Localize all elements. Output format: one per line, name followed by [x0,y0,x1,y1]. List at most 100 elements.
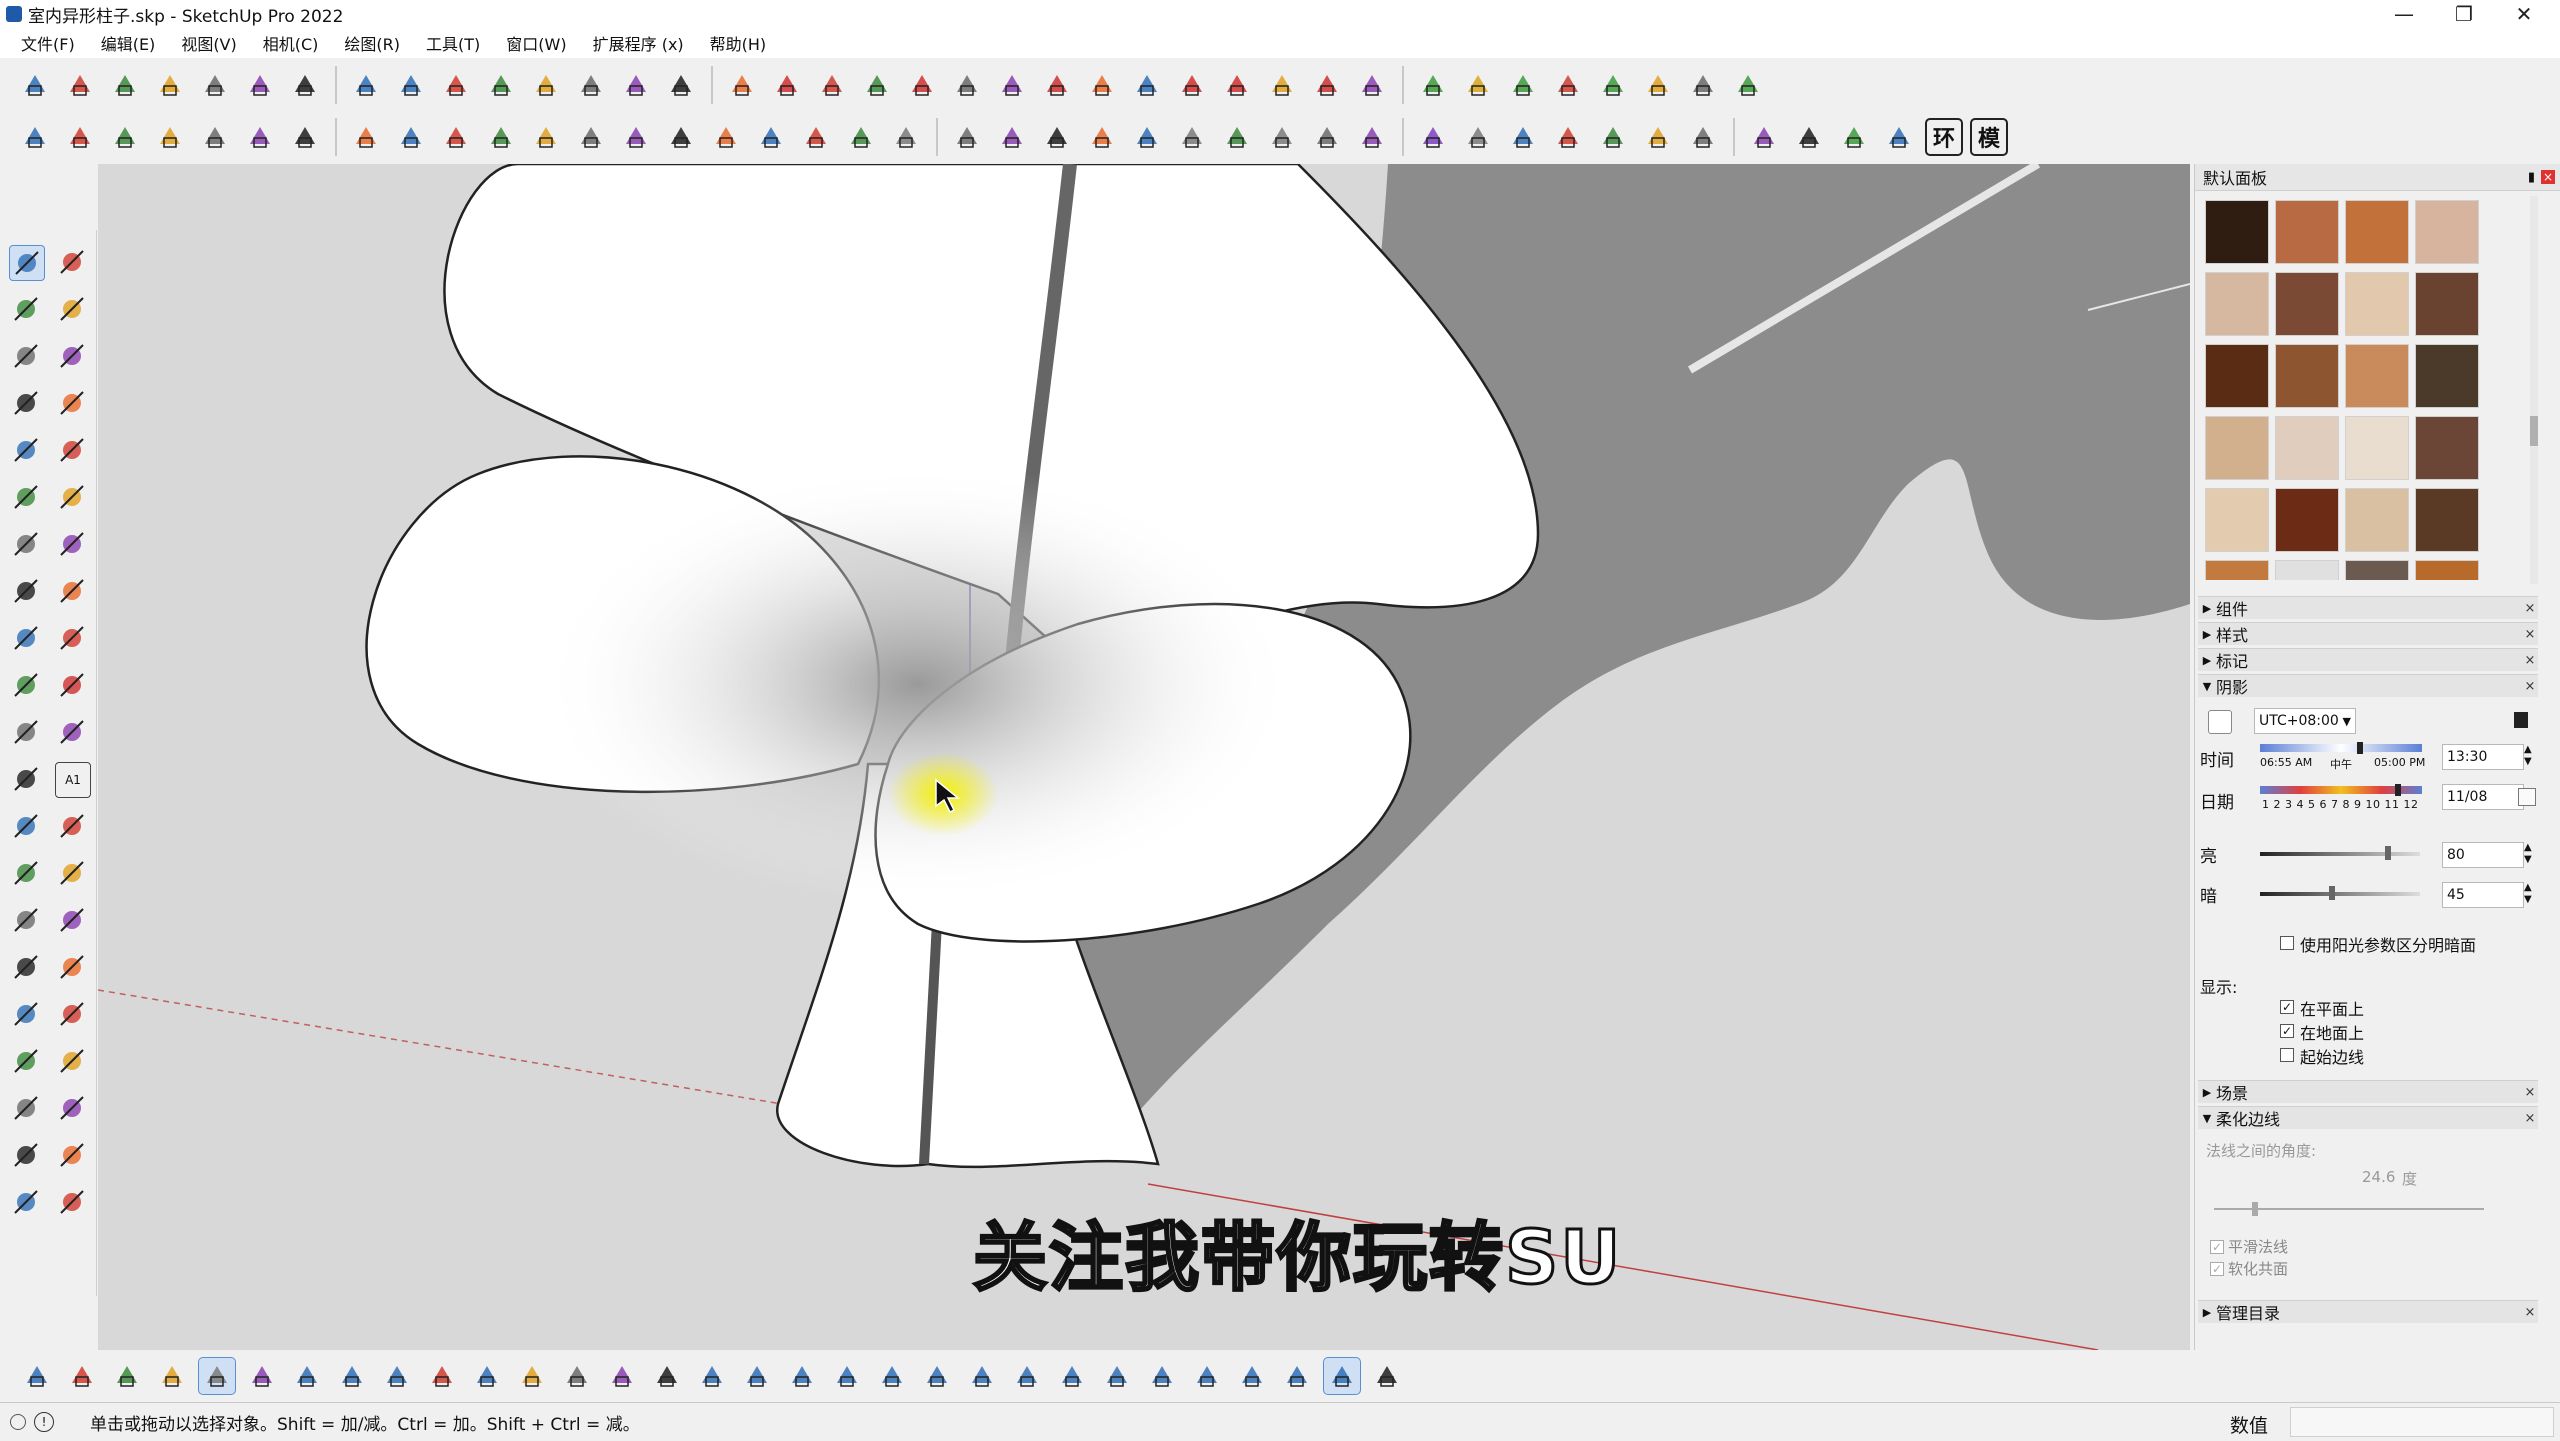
layers-red-icon[interactable] [1308,66,1346,104]
shadow-toggle-icon[interactable] [2208,710,2232,734]
top-view-icon[interactable] [61,66,99,104]
section-shadows[interactable]: ▼ 阴影 × [2198,674,2538,697]
material-swatch[interactable] [2415,344,2479,408]
cone-icon[interactable] [707,118,745,156]
timezone-select[interactable]: UTC+08:00 ▼ [2254,708,2356,734]
cube-yellow-icon[interactable] [1459,66,1497,104]
target-icon[interactable] [662,66,700,104]
undo-curve-icon[interactable] [1639,66,1677,104]
text-icon[interactable]: A1 [55,762,91,798]
torus-icon[interactable] [151,118,189,156]
dark-field[interactable]: 45 [2442,882,2524,908]
light-slider-thumb[interactable] [2385,846,2391,860]
material-swatch[interactable] [2415,272,2479,336]
menu-window[interactable]: 窗口(W) [493,31,579,55]
box-icon[interactable] [993,118,1031,156]
copy-icon[interactable] [1308,118,1346,156]
frame-blue-icon[interactable] [1053,1357,1091,1395]
eraser-icon[interactable] [55,292,91,328]
truck-icon[interactable] [948,118,986,156]
curve-icon[interactable] [437,66,475,104]
viewport-canvas[interactable] [98,164,2190,1350]
layers-blue-icon[interactable] [783,1357,821,1395]
time-spinner-icon[interactable]: ▲ ▼ [2524,744,2532,768]
line-blue-icon[interactable] [288,1357,326,1395]
follow-me-red-icon[interactable] [55,668,91,704]
tray-close-icon[interactable]: × [2541,170,2555,184]
cloud-tool-icon[interactable] [347,66,385,104]
tape-icon[interactable] [9,762,45,798]
scale-icon[interactable] [527,66,565,104]
close-icon[interactable]: × [2522,601,2538,616]
y-axis-icon[interactable] [1594,118,1632,156]
push-pull-icon[interactable] [55,621,91,657]
front-view-icon[interactable] [106,66,144,104]
dropper-icon[interactable] [1790,118,1828,156]
material-swatch[interactable] [2345,344,2409,408]
gear-red-icon[interactable] [1173,66,1211,104]
push-shape-icon[interactable] [106,118,144,156]
move-icon[interactable] [9,621,45,657]
sun-burst-icon[interactable] [797,118,835,156]
menu-extensions[interactable]: 扩展程序 (x) [580,31,697,55]
grid-select-icon[interactable] [198,1357,236,1395]
material-swatch[interactable] [2205,488,2269,552]
red-box-icon[interactable] [768,66,806,104]
iso-view-icon[interactable] [16,66,54,104]
pin-icon[interactable]: ▮ [2528,170,2535,185]
pencil-icon[interactable] [9,386,45,422]
section-plane-icon[interactable] [55,1091,91,1127]
back-view-icon[interactable] [196,66,234,104]
menu-view[interactable]: 视图(V) [168,31,249,55]
tile-icon[interactable] [378,1357,416,1395]
env-icon[interactable]: 环 [1925,118,1963,156]
menu-help[interactable]: 帮助(H) [697,31,780,55]
u-turn-icon[interactable] [993,66,1031,104]
red-cube-icon[interactable] [903,66,941,104]
door-icon[interactable] [527,118,565,156]
date-slider-thumb[interactable] [2395,784,2401,796]
sphere-grey-icon[interactable] [887,118,925,156]
material-swatch[interactable] [2275,344,2339,408]
plane-blue-icon[interactable] [918,1357,956,1395]
zoom-icon[interactable] [9,950,45,986]
material-swatch[interactable] [2415,200,2479,264]
material-swatch[interactable] [2415,416,2479,480]
dots-blue-icon[interactable] [1323,1357,1361,1395]
flip-icon[interactable] [243,1357,281,1395]
export-icon[interactable] [108,1357,146,1395]
use-sun-checkbox[interactable] [2280,936,2294,950]
material-swatch[interactable] [2205,200,2269,264]
grass-icon[interactable] [1083,118,1121,156]
umbrella-icon[interactable] [617,118,655,156]
rectangle-icon[interactable] [9,433,45,469]
axes-icon[interactable] [9,856,45,892]
pie-icon[interactable] [55,574,91,610]
material-swatch[interactable] [2345,560,2409,580]
restore-button[interactable]: ❐ [2434,0,2494,28]
open-icon[interactable] [18,1357,56,1395]
window-icon[interactable] [437,118,475,156]
3d-text-icon[interactable] [55,809,91,845]
material-swatch[interactable] [2275,488,2339,552]
paint-bucket-icon[interactable] [813,66,851,104]
arc3-icon[interactable] [9,574,45,610]
measurements-input[interactable] [2290,1407,2554,1437]
light-slider[interactable] [2260,852,2420,856]
section-manage-trays[interactable]: ▶ 管理目录 × [2198,1300,2538,1323]
bow-tie-icon[interactable] [1368,1357,1406,1395]
door-blue-icon[interactable] [1098,1357,1136,1395]
rotated-rect-icon[interactable] [55,433,91,469]
close-icon[interactable]: × [2522,653,2538,668]
smooth-normals-checkbox[interactable]: ✓ [2210,1240,2224,1254]
position-camera-icon[interactable] [9,1044,45,1080]
target-grey-icon[interactable] [1459,118,1497,156]
circle-icon[interactable] [9,480,45,516]
basket-icon[interactable] [738,1357,776,1395]
video-icon[interactable] [1504,118,1542,156]
component-icon[interactable] [9,339,45,375]
panel-icon[interactable] [1218,118,1256,156]
wave-icon[interactable] [513,1357,551,1395]
date-field[interactable]: 11/08 [2442,784,2524,810]
look-around-icon[interactable] [55,1044,91,1080]
